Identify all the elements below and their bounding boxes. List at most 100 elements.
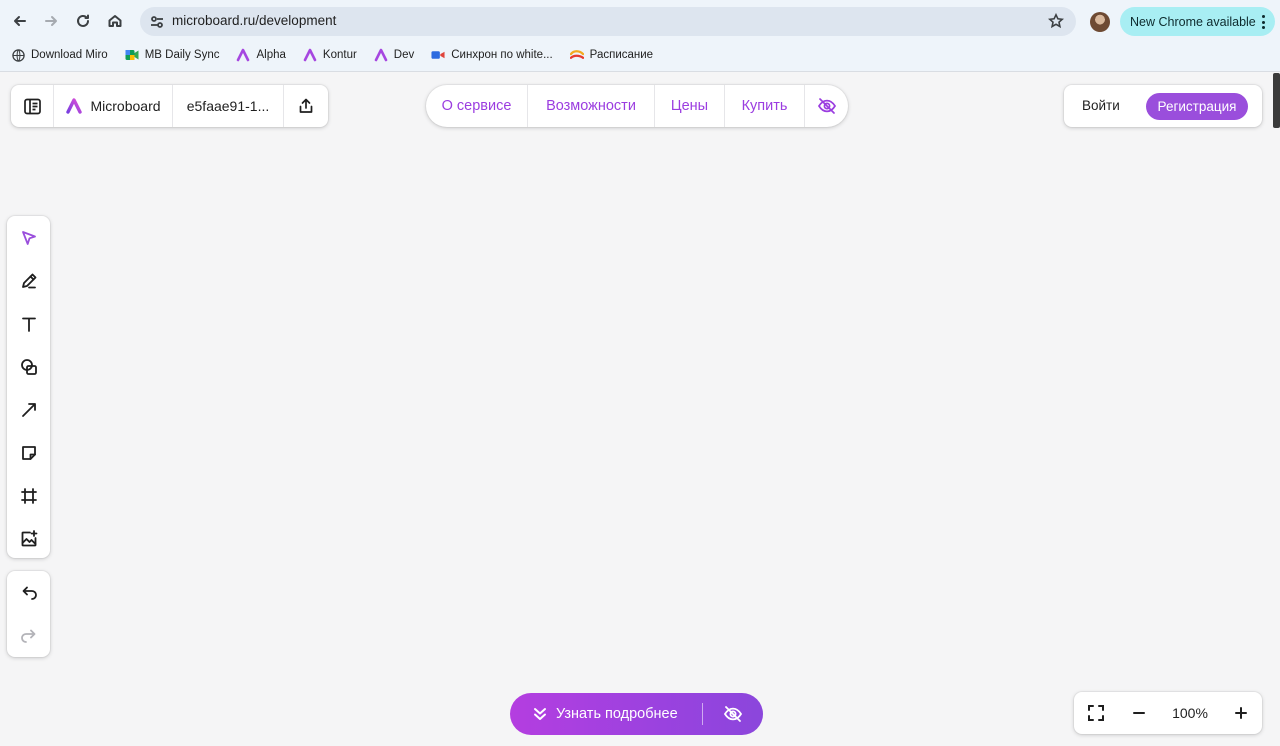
fit-screen-button[interactable] — [1074, 692, 1118, 734]
bookmark-star-icon[interactable] — [1047, 12, 1065, 29]
zoom-controls: 100% — [1074, 692, 1262, 734]
tool-pen[interactable] — [7, 259, 50, 302]
update-chrome-label: New Chrome available — [1130, 14, 1256, 29]
nav-about[interactable]: О сервисе — [426, 85, 528, 127]
eye-off-icon — [817, 98, 836, 114]
site-settings-icon[interactable] — [146, 11, 167, 32]
hide-promo-button[interactable] — [703, 693, 763, 735]
add-image-icon — [21, 529, 37, 546]
board-canvas[interactable] — [0, 73, 1280, 746]
signup-button[interactable]: Регистрация — [1146, 93, 1248, 120]
url-text: microboard.ru/development — [172, 13, 337, 28]
tool-image[interactable] — [7, 517, 50, 560]
eye-off-icon — [723, 706, 743, 722]
board-id-text: e5faae91-1... — [186, 98, 270, 114]
microboard-icon — [374, 48, 388, 62]
bookmark-mb-daily-sync[interactable]: MB Daily Sync — [125, 48, 219, 62]
site-nav: О сервисе Возможности Цены Купить — [426, 85, 848, 127]
bookmark-dev[interactable]: Dev — [374, 48, 414, 62]
learn-more-label: Узнать подробнее — [556, 706, 678, 722]
tool-text[interactable] — [7, 302, 50, 345]
more-menu-icon[interactable] — [1262, 15, 1266, 29]
tools-toolbar — [7, 216, 50, 558]
bookmarks-bar: Download Miro MB Daily Sync Alpha Kontur… — [0, 44, 659, 66]
globe-icon — [11, 48, 25, 62]
hide-nav-button[interactable] — [805, 85, 848, 127]
tool-select[interactable] — [7, 216, 50, 259]
nav-about-label: О сервисе — [441, 98, 512, 114]
calendar-logo-icon — [569, 48, 584, 62]
cursor-icon — [21, 230, 36, 245]
app-brand-button[interactable]: Microboard — [54, 85, 173, 127]
auth-panel: Войти Регистрация — [1064, 85, 1262, 127]
sidebar-icon — [23, 98, 41, 114]
reload-icon — [77, 14, 89, 27]
bookmark-label: Kontur — [322, 49, 357, 61]
undo-icon — [22, 586, 37, 600]
pencil-icon — [21, 273, 36, 288]
bookmark-label: Dev — [393, 49, 415, 61]
video-icon — [431, 48, 445, 62]
home-button[interactable] — [103, 9, 127, 33]
arrow-right-icon — [45, 16, 57, 26]
nav-features[interactable]: Возможности — [528, 85, 655, 127]
address-bar[interactable]: microboard.ru/development — [140, 7, 1076, 36]
bookmark-sinkhron[interactable]: Синхрон по white... — [431, 48, 553, 62]
update-chrome-button[interactable]: New Chrome available — [1120, 7, 1275, 36]
learn-more-button[interactable]: Узнать подробнее — [510, 693, 702, 735]
shapes-icon — [20, 358, 37, 375]
zoom-value: 100% — [1172, 705, 1208, 721]
plus-icon — [1235, 707, 1247, 719]
frame-icon — [20, 487, 37, 504]
bookmark-download-miro[interactable]: Download Miro — [11, 48, 108, 62]
forward-button[interactable] — [39, 9, 63, 33]
redo-button[interactable] — [7, 614, 50, 657]
bookmark-label: Download Miro — [31, 49, 108, 61]
nav-pricing-label: Цены — [670, 98, 709, 114]
browser-chrome: microboard.ru/development New Chrome ava… — [0, 0, 1280, 72]
history-toolbar — [7, 571, 50, 657]
meet-icon — [125, 48, 139, 62]
page-scrollbar[interactable] — [1273, 73, 1280, 128]
nav-features-label: Возможности — [546, 98, 636, 114]
minus-icon — [1133, 712, 1145, 714]
bookmark-alpha[interactable]: Alpha — [236, 48, 286, 62]
zoom-level[interactable]: 100% — [1160, 692, 1220, 734]
app-name: Microboard — [90, 98, 161, 114]
bookmark-raspisanie[interactable]: Расписание — [569, 48, 654, 62]
bookmark-label: Синхрон по white... — [451, 49, 553, 61]
bookmark-label: Alpha — [256, 49, 286, 61]
board-panel: Microboard e5faae91-1... — [11, 85, 328, 127]
nav-buy[interactable]: Купить — [725, 85, 805, 127]
microboard-icon — [303, 48, 317, 62]
undo-button[interactable] — [7, 571, 50, 614]
share-icon — [299, 98, 313, 113]
fullscreen-icon — [1088, 705, 1104, 721]
board-title[interactable]: e5faae91-1... — [173, 85, 284, 127]
home-icon — [108, 15, 122, 27]
tool-frame[interactable] — [7, 474, 50, 517]
bookmark-label: Расписание — [589, 49, 654, 61]
tool-sticker[interactable] — [7, 431, 50, 474]
nav-pricing[interactable]: Цены — [655, 85, 725, 127]
arrow-line-icon — [21, 402, 36, 417]
toggle-sidebar-button[interactable] — [11, 85, 54, 127]
arrow-left-icon — [14, 16, 26, 26]
nav-buy-label: Купить — [741, 98, 788, 114]
bookmark-kontur[interactable]: Kontur — [303, 48, 357, 62]
sticky-note-icon — [21, 445, 36, 460]
text-icon — [21, 317, 36, 332]
profile-avatar[interactable] — [1090, 12, 1110, 32]
redo-icon — [20, 629, 35, 643]
share-button[interactable] — [284, 85, 328, 127]
back-button[interactable] — [8, 9, 32, 33]
tool-connector[interactable] — [7, 388, 50, 431]
login-button[interactable]: Войти — [1082, 94, 1120, 118]
zoom-in-button[interactable] — [1220, 692, 1262, 734]
zoom-out-button[interactable] — [1118, 692, 1160, 734]
tool-shapes[interactable] — [7, 345, 50, 388]
reload-button[interactable] — [71, 9, 95, 33]
double-chevron-down-icon — [534, 708, 546, 720]
microboard-logo-icon — [66, 98, 83, 114]
microboard-icon — [236, 48, 250, 62]
